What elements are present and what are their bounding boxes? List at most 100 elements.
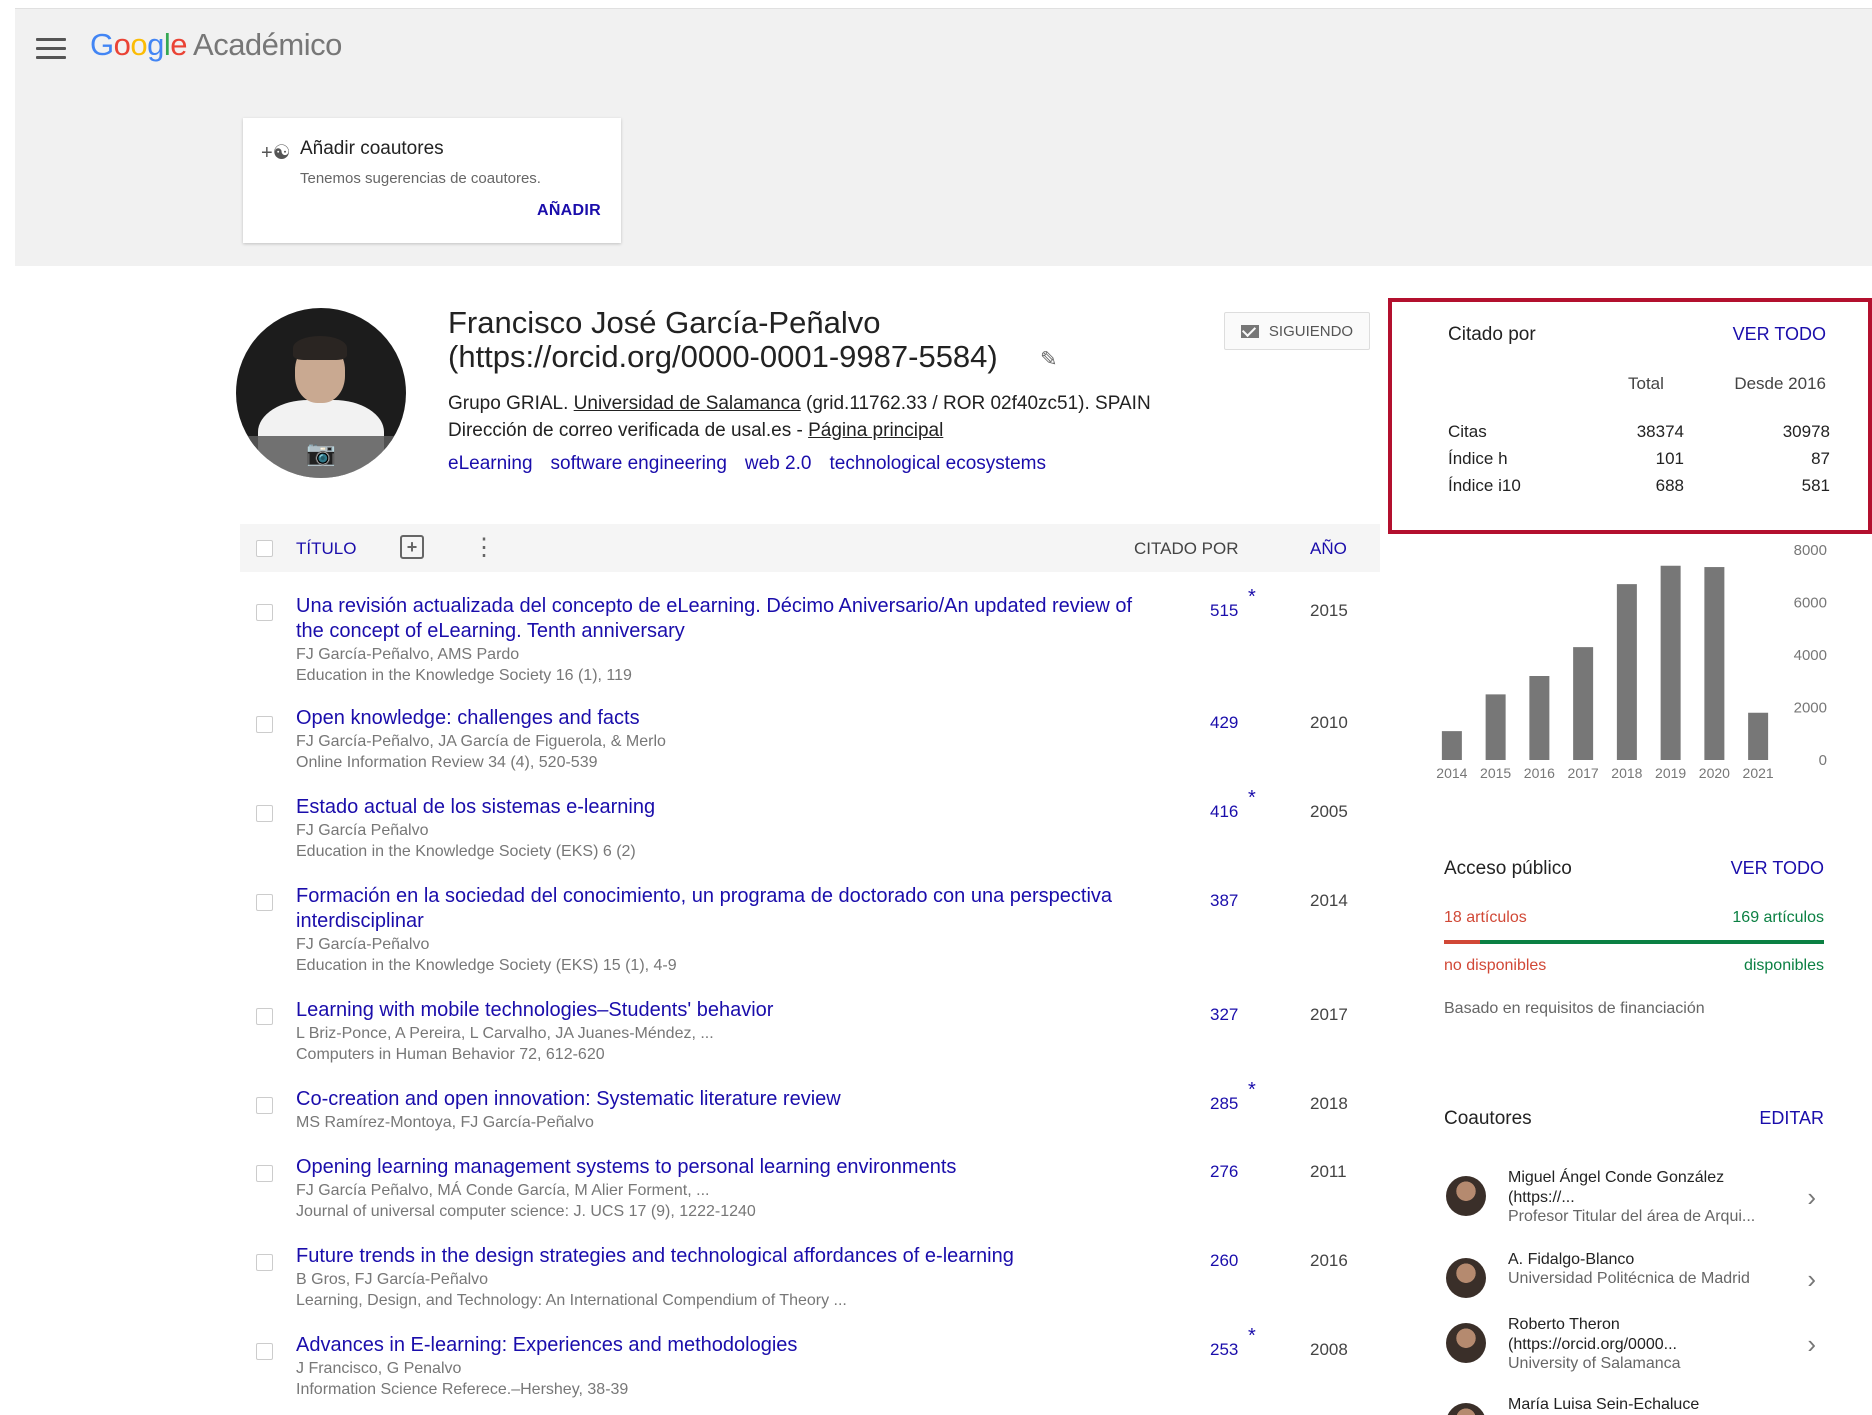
article-cites-link[interactable]: 416 bbox=[1210, 802, 1238, 822]
select-all-checkbox[interactable] bbox=[256, 540, 273, 557]
affiliation-link[interactable]: Universidad de Salamanca bbox=[574, 393, 801, 414]
chart-bar[interactable] bbox=[1748, 712, 1769, 760]
profile-avatar[interactable]: 📷 bbox=[236, 308, 406, 478]
interest-link[interactable]: technological ecosystems bbox=[829, 453, 1046, 474]
hamburger-menu-icon[interactable] bbox=[36, 38, 66, 60]
profile-email: Dirección de correo verificada de usal.e… bbox=[448, 420, 943, 442]
logo-letter: G bbox=[90, 27, 114, 62]
article-title-link[interactable]: Formación en la sociedad del conocimient… bbox=[296, 884, 1156, 934]
stat-total: 688 bbox=[1655, 476, 1684, 495]
mail-icon bbox=[1240, 324, 1259, 338]
public-access-view-all[interactable]: VER TODO bbox=[1731, 858, 1824, 879]
articles-list: Una revisión actualizada del concepto de… bbox=[240, 586, 1380, 1401]
sort-by-title[interactable]: TÍTULO bbox=[296, 539, 356, 559]
article-cites-link[interactable]: 253 bbox=[1210, 1340, 1238, 1360]
coauthors-edit-button[interactable]: EDITAR bbox=[1759, 1108, 1824, 1129]
article-cites-link[interactable]: 387 bbox=[1210, 891, 1238, 911]
merged-citations-star[interactable]: * bbox=[1248, 586, 1256, 609]
stat-label: Índice h bbox=[1448, 449, 1508, 468]
chart-bar[interactable] bbox=[1616, 584, 1637, 760]
article-checkbox[interactable] bbox=[256, 1097, 273, 1114]
edit-pencil-icon[interactable]: ✎ bbox=[1040, 347, 1058, 372]
article-cites-link[interactable]: 260 bbox=[1210, 1251, 1238, 1271]
coauthor-item[interactable]: María Luisa Sein-Echaluce › bbox=[1444, 1395, 1834, 1415]
coauthor-item[interactable]: Roberto Theron (https://orcid.org/0000..… bbox=[1444, 1315, 1834, 1381]
chart-bar[interactable] bbox=[1529, 676, 1550, 760]
chart-x-tick-label: 2020 bbox=[1699, 765, 1730, 781]
article-year: 2014 bbox=[1310, 891, 1348, 910]
article-checkbox[interactable] bbox=[256, 716, 273, 733]
cited-by-view-all[interactable]: VER TODO bbox=[1733, 324, 1826, 345]
coauthor-item[interactable]: Miguel Ángel Conde González (https://...… bbox=[1444, 1168, 1834, 1234]
avatar bbox=[1446, 1323, 1486, 1363]
add-coauthors-button[interactable]: AÑADIR bbox=[537, 202, 601, 220]
article-title-link[interactable]: Estado actual de los sistemas e-learning bbox=[296, 795, 1156, 820]
google-scholar-logo[interactable]: Google Académico bbox=[90, 27, 342, 63]
article-venue: Online Information Review 34 (4), 520-53… bbox=[296, 754, 598, 771]
chart-y-tick-label: 4000 bbox=[1794, 647, 1827, 664]
chart-bar[interactable] bbox=[1660, 565, 1681, 760]
chart-x-tick-label: 2019 bbox=[1655, 765, 1686, 781]
card-subtitle: Tenemos sugerencias de coautores. bbox=[300, 170, 541, 187]
chart-x-tick-label: 2014 bbox=[1436, 765, 1467, 781]
article-checkbox[interactable] bbox=[256, 894, 273, 911]
coauthor-name: María Luisa Sein-Echaluce bbox=[1508, 1396, 1700, 1413]
chart-bar[interactable] bbox=[1441, 731, 1462, 760]
coauthor-name: Roberto Theron (https://orcid.org/0000..… bbox=[1508, 1316, 1677, 1353]
available-label: disponibles bbox=[1743, 957, 1824, 974]
article-cites-link[interactable]: 276 bbox=[1210, 1162, 1238, 1182]
chart-x-tick-label: 2015 bbox=[1480, 765, 1511, 781]
article-cites-link[interactable]: 515 bbox=[1210, 601, 1238, 621]
article-title-link[interactable]: Una revisión actualizada del concepto de… bbox=[296, 594, 1156, 644]
article-title-link[interactable]: Learning with mobile technologies–Studen… bbox=[296, 998, 1156, 1023]
public-access-bar bbox=[1444, 940, 1824, 944]
chart-bar[interactable] bbox=[1573, 647, 1594, 760]
more-options-icon[interactable]: ⋮ bbox=[472, 533, 496, 562]
article-checkbox[interactable] bbox=[256, 1165, 273, 1182]
homepage-link[interactable]: Página principal bbox=[808, 420, 943, 441]
article-venue: Education in the Knowledge Society (EKS)… bbox=[296, 843, 636, 860]
article-title-link[interactable]: Co-creation and open innovation: Systema… bbox=[296, 1087, 1156, 1112]
article-row: Learning with mobile technologies–Studen… bbox=[240, 998, 1380, 1087]
interest-link[interactable]: eLearning bbox=[448, 453, 533, 474]
interest-link[interactable]: web 2.0 bbox=[745, 453, 812, 474]
follow-button[interactable]: SIGUIENDO bbox=[1224, 312, 1370, 350]
article-title-link[interactable]: Opening learning management systems to p… bbox=[296, 1155, 1156, 1180]
article-checkbox[interactable] bbox=[256, 1343, 273, 1360]
avatar bbox=[1446, 1258, 1486, 1298]
available-count[interactable]: 169 artículos bbox=[1732, 909, 1824, 927]
chart-y-tick-label: 0 bbox=[1819, 752, 1827, 769]
add-person-icon: +☯ bbox=[261, 142, 291, 164]
avatar bbox=[1446, 1403, 1486, 1415]
coauthor-name: A. Fidalgo-Blanco bbox=[1508, 1251, 1635, 1268]
sort-by-cited[interactable]: CITADO POR bbox=[1134, 539, 1239, 559]
article-authors: MS Ramírez-Montoya, FJ García-Peñalvo bbox=[296, 1114, 594, 1131]
coauthor-item[interactable]: A. Fidalgo-Blanco Universidad Politécnic… bbox=[1444, 1250, 1834, 1316]
unavailable-count[interactable]: 18 artículos bbox=[1444, 909, 1527, 927]
merged-citations-star[interactable]: * bbox=[1248, 1079, 1256, 1102]
sort-by-year[interactable]: AÑO bbox=[1310, 539, 1347, 559]
chart-x-tick-label: 2016 bbox=[1524, 765, 1555, 781]
change-photo-camera-icon[interactable]: 📷 bbox=[306, 439, 336, 468]
article-cites-link[interactable]: 327 bbox=[1210, 1005, 1238, 1025]
article-title-link[interactable]: Open knowledge: challenges and facts bbox=[296, 706, 1156, 731]
merged-citations-star[interactable]: * bbox=[1248, 787, 1256, 810]
article-cites-link[interactable]: 285 bbox=[1210, 1094, 1238, 1114]
chart-bar[interactable] bbox=[1704, 567, 1725, 760]
chart-bar[interactable] bbox=[1485, 694, 1506, 760]
merged-citations-star[interactable]: * bbox=[1248, 1325, 1256, 1348]
article-cites-link[interactable]: 429 bbox=[1210, 713, 1238, 733]
article-checkbox[interactable] bbox=[256, 1008, 273, 1025]
add-article-icon[interactable]: + bbox=[400, 535, 424, 559]
article-title-link[interactable]: Advances in E-learning: Experiences and … bbox=[296, 1333, 1156, 1358]
article-title-link[interactable]: Future trends in the design strategies a… bbox=[296, 1244, 1156, 1269]
article-checkbox[interactable] bbox=[256, 1254, 273, 1271]
article-year: 2008 bbox=[1310, 1340, 1348, 1359]
article-venue: Learning, Design, and Technology: An Int… bbox=[296, 1292, 847, 1309]
article-checkbox[interactable] bbox=[256, 805, 273, 822]
public-access-note: Basado en requisitos de financiación bbox=[1444, 1000, 1705, 1017]
article-venue: Journal of universal computer science: J… bbox=[296, 1203, 756, 1220]
article-checkbox[interactable] bbox=[256, 604, 273, 621]
article-authors: FJ García-Peñalvo, JA García de Figuerol… bbox=[296, 733, 666, 750]
interest-link[interactable]: software engineering bbox=[551, 453, 727, 474]
